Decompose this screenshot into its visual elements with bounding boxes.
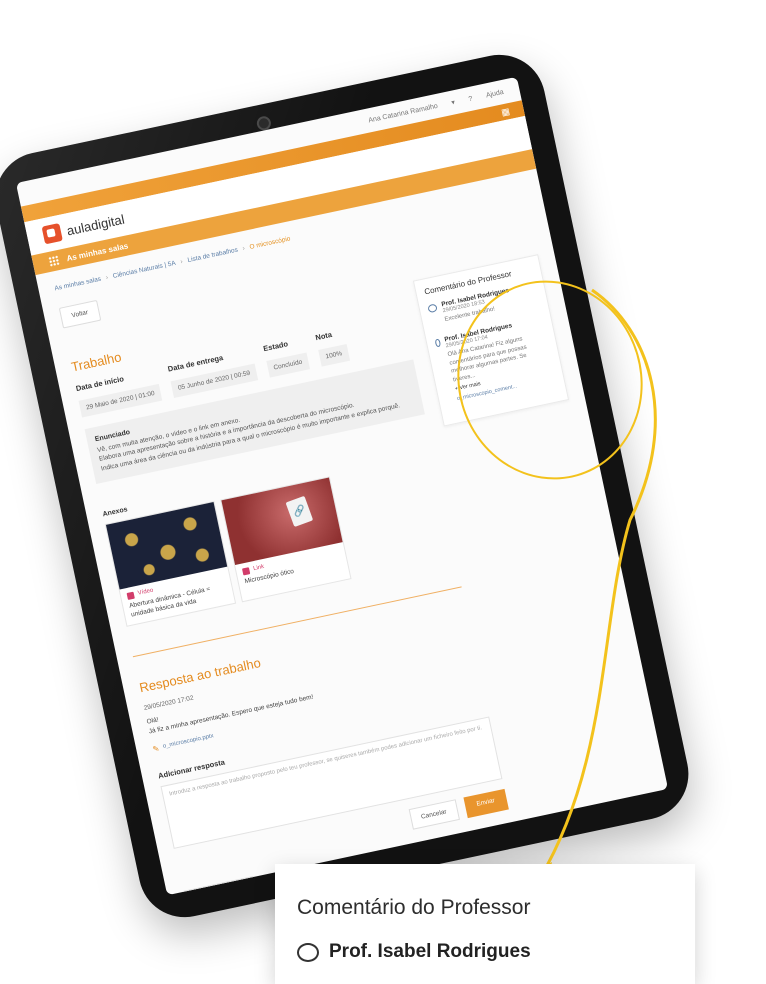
zoom-detail-card: Comentário do Professor Prof. Isabel Rod… (275, 864, 695, 984)
callout-arrow (528, 288, 657, 892)
zoom-title: Comentário do Professor (297, 896, 531, 919)
comment-bubble-icon (297, 942, 319, 962)
callout-arrow-line (538, 288, 657, 879)
zoom-author: Prof. Isabel Rodrigues (329, 941, 531, 962)
zoom-author-row: Prof. Isabel Rodrigues (297, 941, 531, 963)
